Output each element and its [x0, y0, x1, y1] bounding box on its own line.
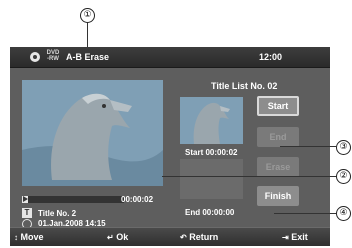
exit-icon: ⇥: [282, 233, 289, 242]
exit-hint: ⇥ Exit: [282, 232, 308, 242]
callout-4: ④: [336, 206, 351, 221]
title-name: Title No. 2: [38, 209, 77, 218]
start-button[interactable]: Start: [257, 96, 299, 116]
dvd-rw-logo: DVD -RW: [44, 50, 62, 62]
progress-bar: [22, 196, 124, 203]
thumbnail-end: [180, 159, 243, 199]
thumbnail-start: [180, 97, 243, 144]
callout-4-leader: [274, 213, 336, 214]
title-bar: DVD -RW A-B Erase 12:00: [10, 47, 330, 68]
callout-2-leader: [162, 176, 336, 177]
erase-button[interactable]: Erase: [257, 157, 299, 177]
callout-1: ①: [80, 8, 95, 23]
return-hint: ↶ Return: [180, 232, 218, 242]
dolphin-thumbnail: [180, 97, 243, 144]
help-bar: ↕ Move ↵ Ok ↶ Return ⇥ Exit: [10, 227, 330, 246]
finish-button[interactable]: Finish: [257, 186, 299, 206]
screen-title: A-B Erase: [66, 52, 110, 62]
dvd-logo-bottom: -RW: [47, 56, 59, 62]
end-button[interactable]: End: [257, 127, 299, 147]
start-time: Start 00:00:02: [185, 148, 238, 157]
up-down-arrows-icon: ↕: [14, 233, 18, 242]
end-time: End 00:00:00: [185, 208, 235, 217]
disc-icon: [30, 52, 40, 62]
enter-icon: ↵: [107, 233, 114, 242]
playback-time: 00:00:02: [121, 195, 154, 204]
move-label: Move: [20, 232, 44, 242]
exit-label: Exit: [291, 232, 308, 242]
title-icon: T: [22, 208, 32, 218]
title-list-label: Title List No. 02: [211, 81, 278, 91]
clock: 12:00: [259, 52, 283, 62]
video-preview: [22, 80, 163, 186]
play-icon: [23, 196, 28, 202]
callout-2: ②: [336, 169, 351, 184]
callout-3-leader: [280, 146, 336, 147]
dolphin-image: [22, 80, 163, 186]
return-icon: ↶: [180, 233, 187, 242]
ok-hint: ↵ Ok: [107, 232, 128, 242]
ok-label: Ok: [116, 232, 129, 242]
move-hint: ↕ Move: [14, 232, 44, 242]
callout-3: ③: [336, 140, 351, 155]
return-label: Return: [189, 232, 219, 242]
